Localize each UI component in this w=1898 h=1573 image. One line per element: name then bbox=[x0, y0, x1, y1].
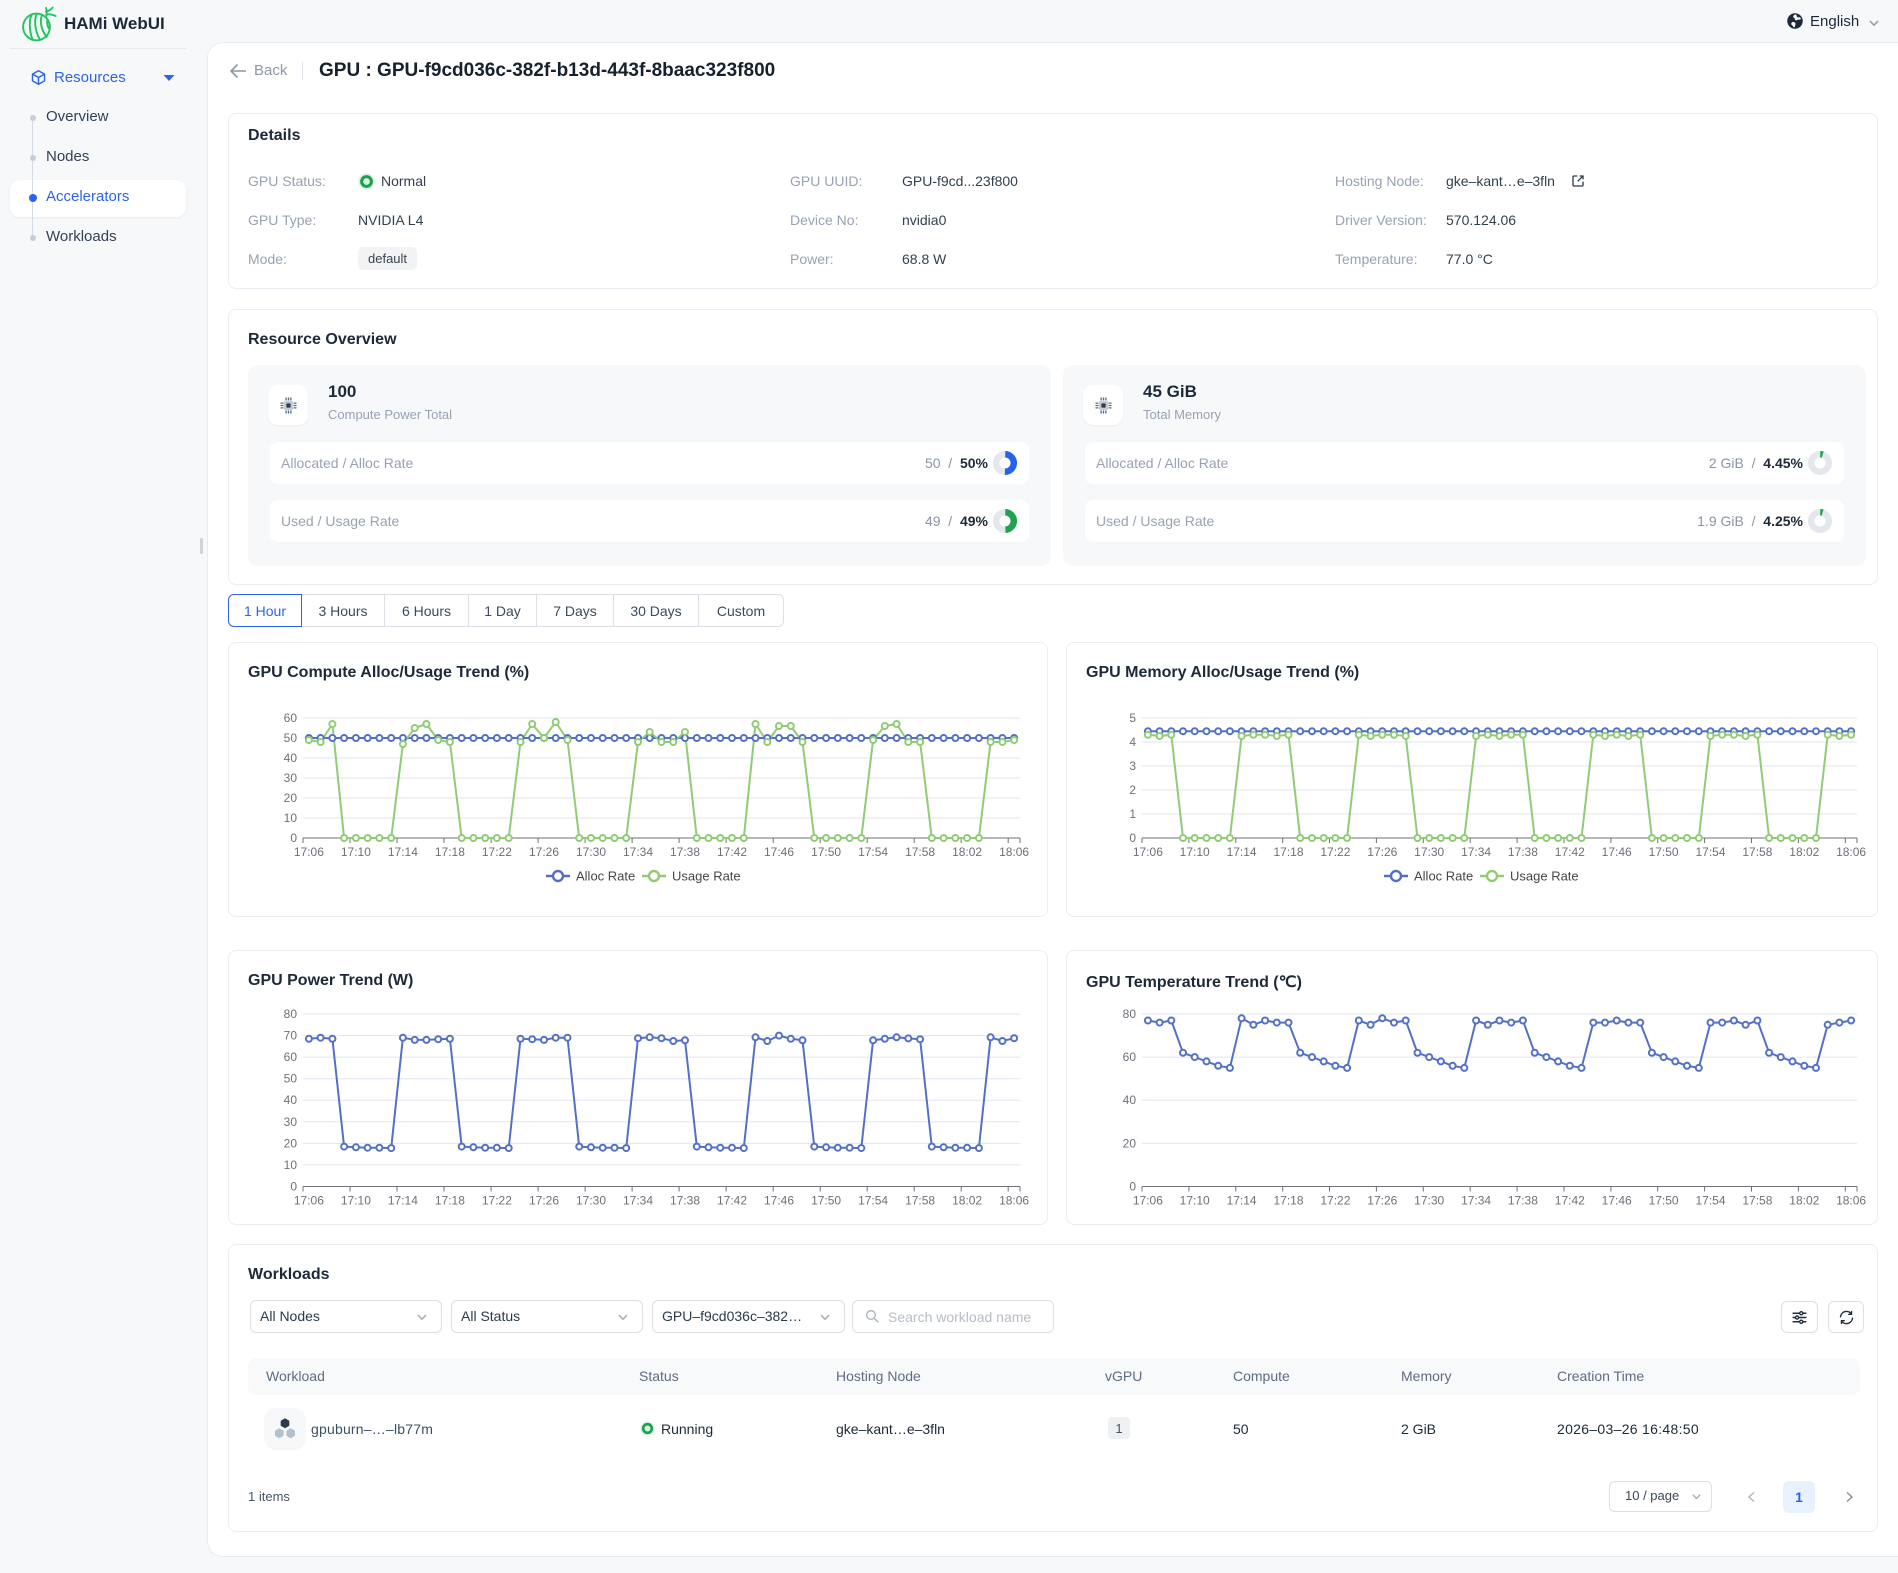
svg-text:10: 10 bbox=[284, 1158, 298, 1172]
svg-text:17:38: 17:38 bbox=[1508, 1194, 1538, 1208]
svg-text:17:42: 17:42 bbox=[717, 1194, 747, 1208]
svg-text:30: 30 bbox=[284, 1115, 298, 1129]
svg-text:17:42: 17:42 bbox=[1555, 1194, 1585, 1208]
svg-text:0: 0 bbox=[290, 831, 297, 845]
svg-text:17:50: 17:50 bbox=[811, 845, 841, 859]
svg-text:20: 20 bbox=[284, 1136, 298, 1150]
svg-text:17:38: 17:38 bbox=[1508, 845, 1538, 859]
svg-text:60: 60 bbox=[284, 711, 298, 725]
svg-text:17:34: 17:34 bbox=[623, 1194, 653, 1208]
svg-text:17:26: 17:26 bbox=[1367, 1194, 1397, 1208]
svg-text:17:14: 17:14 bbox=[388, 845, 418, 859]
svg-text:17:18: 17:18 bbox=[435, 845, 465, 859]
svg-text:20: 20 bbox=[1123, 1136, 1137, 1150]
svg-text:Usage Rate: Usage Rate bbox=[672, 869, 741, 884]
svg-text:17:50: 17:50 bbox=[811, 1194, 841, 1208]
svg-text:17:22: 17:22 bbox=[482, 845, 512, 859]
svg-text:17:30: 17:30 bbox=[576, 1194, 606, 1208]
svg-text:20: 20 bbox=[284, 791, 298, 805]
svg-text:18:06: 18:06 bbox=[1836, 1194, 1866, 1208]
svg-text:17:58: 17:58 bbox=[1742, 1194, 1772, 1208]
svg-text:17:50: 17:50 bbox=[1649, 845, 1679, 859]
svg-text:17:46: 17:46 bbox=[1602, 845, 1632, 859]
svg-text:18:06: 18:06 bbox=[999, 1194, 1029, 1208]
svg-text:17:58: 17:58 bbox=[905, 845, 935, 859]
svg-text:17:50: 17:50 bbox=[1649, 1194, 1679, 1208]
svg-text:18:02: 18:02 bbox=[952, 845, 982, 859]
svg-text:10: 10 bbox=[284, 811, 298, 825]
svg-text:5: 5 bbox=[1129, 711, 1136, 725]
svg-text:17:10: 17:10 bbox=[1180, 1194, 1210, 1208]
svg-text:80: 80 bbox=[284, 1007, 298, 1021]
svg-text:17:42: 17:42 bbox=[1555, 845, 1585, 859]
svg-text:17:06: 17:06 bbox=[1133, 1194, 1163, 1208]
svg-text:17:54: 17:54 bbox=[858, 845, 888, 859]
svg-text:30: 30 bbox=[284, 771, 298, 785]
svg-text:17:10: 17:10 bbox=[1180, 845, 1210, 859]
svg-text:40: 40 bbox=[284, 751, 298, 765]
svg-text:0: 0 bbox=[290, 1180, 297, 1194]
svg-text:17:30: 17:30 bbox=[1414, 1194, 1444, 1208]
svg-text:17:30: 17:30 bbox=[1414, 845, 1444, 859]
svg-text:17:46: 17:46 bbox=[764, 1194, 794, 1208]
svg-text:17:46: 17:46 bbox=[764, 845, 794, 859]
svg-text:17:54: 17:54 bbox=[858, 1194, 888, 1208]
svg-text:0: 0 bbox=[1129, 1180, 1136, 1194]
svg-text:Alloc Rate: Alloc Rate bbox=[576, 869, 635, 884]
svg-text:17:22: 17:22 bbox=[1320, 845, 1350, 859]
svg-text:17:38: 17:38 bbox=[670, 845, 700, 859]
svg-text:17:06: 17:06 bbox=[294, 845, 324, 859]
svg-text:Alloc Rate: Alloc Rate bbox=[1414, 869, 1473, 884]
svg-text:17:10: 17:10 bbox=[341, 845, 371, 859]
svg-text:17:34: 17:34 bbox=[623, 845, 653, 859]
svg-text:17:18: 17:18 bbox=[435, 1194, 465, 1208]
svg-text:18:02: 18:02 bbox=[1789, 1194, 1819, 1208]
svg-text:17:14: 17:14 bbox=[388, 1194, 418, 1208]
svg-text:0: 0 bbox=[1129, 831, 1136, 845]
svg-text:1: 1 bbox=[1129, 807, 1136, 821]
svg-text:17:30: 17:30 bbox=[576, 845, 606, 859]
svg-text:17:06: 17:06 bbox=[294, 1194, 324, 1208]
svg-text:17:58: 17:58 bbox=[1742, 845, 1772, 859]
svg-text:4: 4 bbox=[1129, 735, 1136, 749]
svg-text:50: 50 bbox=[284, 731, 298, 745]
svg-text:17:26: 17:26 bbox=[1367, 845, 1397, 859]
svg-text:40: 40 bbox=[284, 1093, 298, 1107]
svg-text:Usage Rate: Usage Rate bbox=[1510, 869, 1579, 884]
svg-text:40: 40 bbox=[1123, 1093, 1137, 1107]
svg-text:17:22: 17:22 bbox=[1320, 1194, 1350, 1208]
svg-text:2: 2 bbox=[1129, 783, 1136, 797]
svg-text:18:02: 18:02 bbox=[1789, 845, 1819, 859]
svg-text:17:38: 17:38 bbox=[670, 1194, 700, 1208]
svg-text:60: 60 bbox=[1123, 1050, 1137, 1064]
svg-text:60: 60 bbox=[284, 1050, 298, 1064]
svg-text:18:06: 18:06 bbox=[1836, 845, 1866, 859]
svg-text:70: 70 bbox=[284, 1029, 298, 1043]
svg-text:17:34: 17:34 bbox=[1461, 1194, 1491, 1208]
svg-text:17:14: 17:14 bbox=[1227, 845, 1257, 859]
svg-text:17:54: 17:54 bbox=[1695, 1194, 1725, 1208]
svg-text:17:22: 17:22 bbox=[482, 1194, 512, 1208]
svg-text:80: 80 bbox=[1123, 1007, 1137, 1021]
svg-text:17:14: 17:14 bbox=[1227, 1194, 1257, 1208]
svg-text:17:46: 17:46 bbox=[1602, 1194, 1632, 1208]
svg-text:17:26: 17:26 bbox=[529, 1194, 559, 1208]
svg-text:17:06: 17:06 bbox=[1133, 845, 1163, 859]
svg-text:17:54: 17:54 bbox=[1695, 845, 1725, 859]
svg-text:17:34: 17:34 bbox=[1461, 845, 1491, 859]
svg-text:50: 50 bbox=[284, 1072, 298, 1086]
svg-text:18:06: 18:06 bbox=[999, 845, 1029, 859]
svg-text:18:02: 18:02 bbox=[952, 1194, 982, 1208]
svg-text:17:26: 17:26 bbox=[529, 845, 559, 859]
svg-text:17:42: 17:42 bbox=[717, 845, 747, 859]
svg-text:17:18: 17:18 bbox=[1273, 845, 1303, 859]
svg-text:17:58: 17:58 bbox=[905, 1194, 935, 1208]
svg-text:17:10: 17:10 bbox=[341, 1194, 371, 1208]
svg-text:3: 3 bbox=[1129, 759, 1136, 773]
svg-text:17:18: 17:18 bbox=[1273, 1194, 1303, 1208]
